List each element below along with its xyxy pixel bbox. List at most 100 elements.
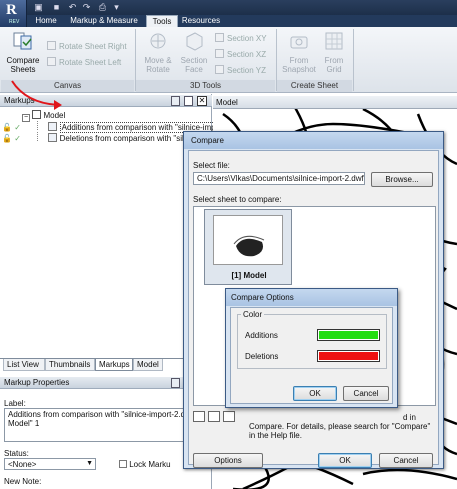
tab-home[interactable]: Home — [30, 15, 62, 27]
deletions-color-swatch[interactable] — [317, 350, 380, 362]
small-icons-view-icon[interactable] — [208, 411, 220, 422]
compare-options-dialog: Compare Options Color Additions Deletion… — [225, 288, 398, 408]
options-ok-button[interactable]: OK — [293, 386, 337, 401]
tree-item-deletions[interactable]: 🔓 ✓ Deletions from comparison with "siln… — [2, 132, 203, 143]
tree-item-deletions-label: Deletions from comparison with "silnice-… — [59, 134, 203, 143]
file-path-input[interactable]: C:\Users\Vlkas\Documents\silnice-import-… — [193, 172, 365, 185]
tab-tools[interactable]: Tools — [146, 15, 178, 27]
section-face-icon — [186, 32, 203, 51]
grid-icon — [325, 32, 343, 50]
help-text-line-1: d in — [403, 413, 416, 422]
check-icon: ✓ — [14, 123, 21, 132]
markup-properties-title: Markup Properties — [4, 378, 70, 387]
rotate-sheet-left-button[interactable]: Rotate Sheet Left — [47, 57, 121, 68]
app-logo-letter: R — [6, 2, 17, 18]
section-face-label-1: Section — [180, 56, 208, 65]
additions-label: Additions — [245, 331, 278, 340]
section-yz-button[interactable]: Section YZ — [215, 65, 266, 76]
section-xz-icon — [215, 49, 224, 58]
status-caption: Status: — [4, 449, 29, 458]
section-xy-button[interactable]: Section XY — [215, 33, 267, 44]
status-select[interactable]: <None> ▼ — [4, 458, 96, 470]
section-yz-icon — [215, 65, 224, 74]
app-logo-sub: REV — [9, 19, 20, 25]
help-text-line-2: Compare. For details, please search for … — [249, 422, 431, 431]
sheet-thumbnail — [213, 215, 283, 265]
tree-connector — [37, 121, 46, 130]
label-caption: Label: — [4, 399, 26, 408]
move-rotate-label-2: Rotate — [146, 65, 170, 74]
open-icon[interactable]: ▣ — [32, 2, 45, 13]
tree-item-additions[interactable]: 🔓 ✓ Additions from comparison with "siln… — [2, 121, 225, 133]
help-text-line-3: in the Help file. — [249, 431, 302, 440]
large-icons-view-icon[interactable] — [193, 411, 205, 422]
application-menu-button[interactable]: R REV — [0, 0, 27, 27]
move-rotate-button[interactable]: Move & Rotate — [140, 30, 176, 74]
new-markup-icon[interactable] — [184, 96, 193, 106]
from-grid-label-1: From — [324, 56, 344, 65]
move-rotate-label-1: Move & — [144, 56, 172, 65]
compare-dialog-title: Compare — [191, 136, 224, 145]
sheet-thumbnail-item[interactable]: [1] Model — [204, 209, 292, 285]
section-xz-button[interactable]: Section XZ — [215, 49, 266, 60]
additions-color-swatch[interactable] — [317, 329, 380, 341]
tab-markups[interactable]: Markups — [95, 359, 133, 371]
print-icon[interactable]: ⎙ — [96, 2, 109, 13]
list-view-icon[interactable] — [223, 411, 235, 422]
save-icon[interactable]: ■ — [50, 2, 63, 13]
compare-sheets-button[interactable]: Compare Sheets — [4, 30, 42, 74]
tab-model[interactable]: Model — [133, 359, 163, 371]
new-note-caption: New Note: — [4, 477, 42, 486]
rotate-sheet-right-label: Rotate Sheet Right — [59, 42, 127, 51]
view-tab-model[interactable]: Model — [216, 98, 238, 107]
label-field[interactable]: Additions from comparison with "silnice-… — [4, 408, 208, 442]
from-grid-label-2: Grid — [326, 65, 342, 74]
tab-markup-measure[interactable]: Markup & Measure — [64, 15, 144, 27]
lock-icon: 🔓 — [2, 134, 12, 143]
compare-options-titlebar[interactable]: Compare Options — [226, 289, 397, 306]
color-group-label: Color — [241, 310, 265, 319]
lock-markup-label: Lock Marku — [129, 460, 171, 469]
sheet-preview-icon — [233, 235, 265, 257]
from-grid-button[interactable]: From Grid — [319, 30, 349, 74]
compare-ok-button[interactable]: OK — [318, 453, 372, 468]
markup-icon — [48, 133, 58, 142]
view-tab-bar: Model — [213, 96, 457, 109]
section-face-label-2: Face — [185, 65, 203, 74]
rotate-sheet-left-label: Rotate Sheet Left — [59, 58, 122, 67]
panel-menu-icon[interactable] — [171, 96, 180, 106]
options-button[interactable]: Options — [193, 453, 263, 468]
compare-options-title: Compare Options — [231, 293, 294, 302]
compare-sheets-icon — [13, 32, 32, 50]
browse-button[interactable]: Browse... — [371, 172, 433, 187]
compare-sheets-label-1: Compare — [6, 56, 40, 65]
qat-dropdown-icon[interactable]: ▾ — [110, 2, 123, 13]
compare-options-body: Color Additions Deletions OK Cancel — [230, 307, 393, 404]
rotate-sheet-right-button[interactable]: Rotate Sheet Right — [47, 41, 127, 52]
from-snapshot-label-1: From — [289, 56, 309, 65]
options-cancel-button[interactable]: Cancel — [343, 386, 389, 401]
close-panel-icon[interactable]: ✕ — [197, 96, 207, 106]
sheet-label: [1] Model — [231, 271, 267, 280]
section-yz-label: Section YZ — [227, 66, 266, 75]
lock-markup-checkbox[interactable]: Lock Marku — [119, 460, 171, 469]
section-face-button[interactable]: Section Face — [177, 30, 211, 74]
tab-list-view[interactable]: List View — [3, 359, 45, 371]
ribbon-separator — [353, 29, 354, 91]
3d-tools-panel-title: 3D Tools — [136, 80, 275, 92]
undo-icon[interactable]: ↶ — [66, 2, 79, 13]
tab-thumbnails[interactable]: Thumbnails — [45, 359, 95, 371]
rotate-right-icon — [47, 41, 56, 50]
redo-icon[interactable]: ↷ — [80, 2, 93, 13]
from-snapshot-button[interactable]: From Snapshot — [279, 30, 319, 74]
tab-resources[interactable]: Resources — [180, 15, 222, 27]
markup-icon — [48, 122, 58, 131]
section-xy-label: Section XY — [227, 34, 267, 43]
status-select-value: <None> — [8, 460, 37, 469]
compare-cancel-button[interactable]: Cancel — [379, 453, 433, 468]
compare-dialog-titlebar[interactable]: Compare — [184, 132, 443, 149]
select-sheet-caption: Select sheet to compare: — [193, 195, 282, 204]
lock-markup-checkbox-box[interactable] — [119, 460, 127, 468]
tree-connector — [37, 132, 46, 141]
properties-menu-icon[interactable] — [171, 378, 180, 388]
